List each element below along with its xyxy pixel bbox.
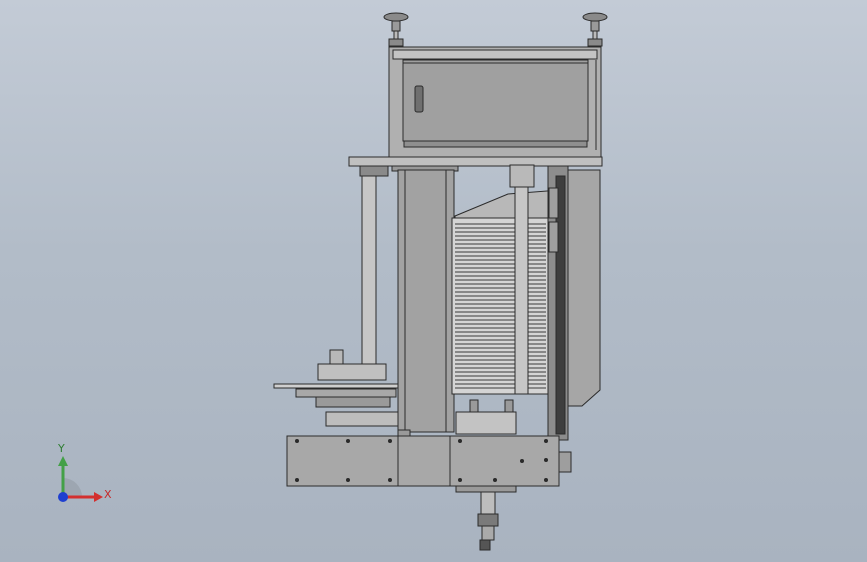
machine-drawing bbox=[58, 12, 608, 551]
upper-plate bbox=[348, 156, 603, 167]
leveling-foot-right bbox=[582, 12, 608, 47]
tray-stack bbox=[451, 217, 549, 395]
top-cabinet bbox=[388, 46, 602, 160]
drive-unit bbox=[455, 399, 517, 435]
guide-column-left bbox=[361, 175, 377, 367]
leveling-foot-left bbox=[383, 12, 409, 47]
gripper-arm bbox=[273, 349, 399, 427]
x-axis-label: X bbox=[104, 488, 112, 501]
base-plate bbox=[286, 435, 572, 493]
guide-column-right bbox=[514, 185, 529, 395]
side-rail bbox=[547, 165, 601, 441]
y-axis-label: Y bbox=[58, 442, 65, 455]
axis-triad bbox=[58, 456, 103, 502]
bottom-motor bbox=[477, 491, 499, 551]
cad-viewport[interactable]: Y X bbox=[0, 0, 867, 562]
